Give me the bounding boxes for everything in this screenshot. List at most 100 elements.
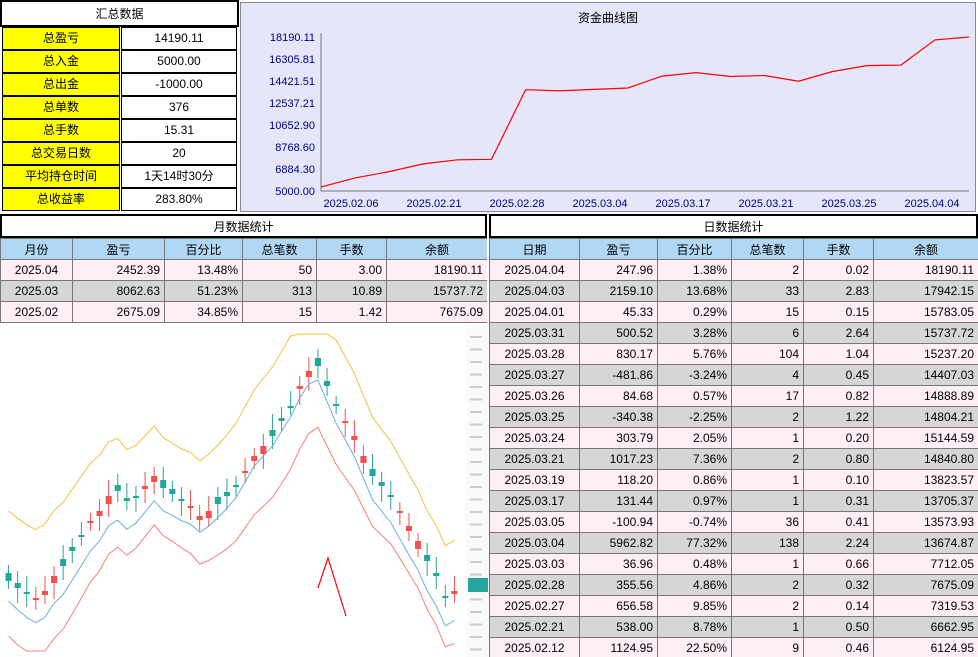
summary-row: 总交易日数 20 bbox=[0, 142, 239, 165]
daily-stats-cell: 1 bbox=[731, 427, 804, 449]
daily-stats-cell: 2025.03.27 bbox=[489, 364, 580, 386]
daily-stats-row[interactable]: 2025.03.24 303.79 2.05% 1 0.20 15144.59 bbox=[489, 427, 978, 449]
daily-stats-cell: 2.24 bbox=[803, 532, 874, 554]
daily-stats-cell: 18190.11 bbox=[873, 259, 978, 281]
monthly-stats-header[interactable]: 月份 bbox=[0, 238, 73, 260]
daily-stats-cell: 77.32% bbox=[657, 532, 732, 554]
daily-stats-row[interactable]: 2025.03.28 830.17 5.76% 104 1.04 15237.20 bbox=[489, 343, 978, 365]
monthly-stats-header[interactable]: 总笔数 bbox=[242, 238, 317, 260]
daily-stats-cell: 15783.05 bbox=[873, 301, 978, 323]
monthly-stats-row[interactable]: 2025.03 8062.63 51.23% 313 10.89 15737.72 bbox=[0, 280, 487, 302]
daily-stats-row[interactable]: 2025.03.17 131.44 0.97% 1 0.31 13705.37 bbox=[489, 490, 978, 512]
summary-value: 376 bbox=[121, 96, 237, 119]
daily-stats-row[interactable]: 2025.03.26 84.68 0.57% 17 0.82 14888.89 bbox=[489, 385, 978, 407]
daily-stats-table: 日期 盈亏 百分比 总笔数 手数 余额 2025.04.04 247.96 1.38% 2 0.0… bbox=[489, 238, 978, 657]
daily-stats-cell: 2025.04.03 bbox=[489, 280, 580, 302]
daily-stats-cell: 15237.20 bbox=[873, 343, 978, 365]
daily-stats-cell: 84.68 bbox=[579, 385, 658, 407]
candlestick-chart-window[interactable] bbox=[0, 326, 488, 657]
monthly-stats-header[interactable]: 余额 bbox=[386, 238, 487, 260]
daily-stats-header[interactable]: 百分比 bbox=[657, 238, 732, 260]
daily-stats-cell: 7712.05 bbox=[873, 553, 978, 575]
daily-stats-header[interactable]: 手数 bbox=[803, 238, 874, 260]
summary-title: 汇总数据 bbox=[0, 0, 239, 27]
daily-stats-cell: 14888.89 bbox=[873, 385, 978, 407]
daily-stats-cell: 2025.04.01 bbox=[489, 301, 580, 323]
daily-stats-cell: 1.22 bbox=[803, 406, 874, 428]
x-tick-label: 2025.03.21 bbox=[738, 198, 793, 210]
summary-label: 总手数 bbox=[2, 119, 120, 142]
monthly-stats-row[interactable]: 2025.02 2675.09 34.85% 15 1.42 7675.09 bbox=[0, 301, 487, 323]
monthly-stats-header[interactable]: 百分比 bbox=[164, 238, 243, 260]
daily-stats-cell: 22.50% bbox=[657, 637, 732, 657]
daily-stats-row[interactable]: 2025.03.19 118.20 0.86% 1 0.10 13823.57 bbox=[489, 469, 978, 491]
daily-stats-row[interactable]: 2025.03.25 -340.38 -2.25% 2 1.22 14804.21 bbox=[489, 406, 978, 428]
daily-stats-cell: 131.44 bbox=[579, 490, 658, 512]
daily-stats-header[interactable]: 余额 bbox=[873, 238, 978, 260]
daily-stats-cell: 2.05% bbox=[657, 427, 732, 449]
summary-value: 1天14时30分 bbox=[121, 165, 237, 188]
daily-stats-cell: 0.80 bbox=[803, 448, 874, 470]
daily-stats-row[interactable]: 2025.03.05 -100.94 -0.74% 36 0.41 13573.93 bbox=[489, 511, 978, 533]
daily-stats-cell: 2025.03.05 bbox=[489, 511, 580, 533]
daily-stats-cell: 36 bbox=[731, 511, 804, 533]
daily-stats-cell: 1 bbox=[731, 490, 804, 512]
daily-stats-cell: -3.24% bbox=[657, 364, 732, 386]
summary-row: 总收益率 283.80% bbox=[0, 188, 239, 211]
daily-stats-cell: 6 bbox=[731, 322, 804, 344]
daily-stats-row[interactable]: 2025.03.31 500.52 3.28% 6 2.64 15737.72 bbox=[489, 322, 978, 344]
daily-stats-row[interactable]: 2025.03.03 36.96 0.48% 1 0.66 7712.05 bbox=[489, 553, 978, 575]
daily-stats-header[interactable]: 日期 bbox=[489, 238, 580, 260]
daily-stats-cell: 2025.02.28 bbox=[489, 574, 580, 596]
daily-stats-cell: 4 bbox=[731, 364, 804, 386]
monthly-stats-header[interactable]: 盈亏 bbox=[72, 238, 165, 260]
daily-stats-row[interactable]: 2025.02.28 355.56 4.86% 2 0.32 7675.09 bbox=[489, 574, 978, 596]
daily-stats-cell: 0.46 bbox=[803, 637, 874, 657]
daily-stats-row[interactable]: 2025.04.03 2159.10 13.68% 33 2.83 17942.15 bbox=[489, 280, 978, 302]
daily-stats-cell: 247.96 bbox=[579, 259, 658, 281]
summary-panel: 汇总数据 总盈亏 14190.11 总入金 5000.00 总出金 -1000.00 总单数… bbox=[0, 0, 239, 214]
daily-stats-cell: 15 bbox=[731, 301, 804, 323]
daily-stats-row[interactable]: 2025.03.27 -481.86 -3.24% 4 0.45 14407.03 bbox=[489, 364, 978, 386]
monthly-stats-header[interactable]: 手数 bbox=[316, 238, 387, 260]
x-tick-label: 2025.03.25 bbox=[821, 198, 876, 210]
monthly-stats-cell: 2025.04 bbox=[0, 259, 73, 281]
daily-stats-cell: -2.25% bbox=[657, 406, 732, 428]
daily-stats-header[interactable]: 盈亏 bbox=[579, 238, 658, 260]
daily-stats-cell: 0.50 bbox=[803, 616, 874, 638]
daily-stats-cell: 0.57% bbox=[657, 385, 732, 407]
daily-stats-row[interactable]: 2025.02.21 538.00 8.78% 1 0.50 6662.95 bbox=[489, 616, 978, 638]
y-tick-label: 5000.00 bbox=[275, 186, 315, 198]
monthly-stats-panel: 月数据统计 月份 盈亏 百分比 总笔数 手数 余额 2025.04 2452.39 13.48… bbox=[0, 214, 487, 326]
daily-stats-cell: 0.20 bbox=[803, 427, 874, 449]
summary-label: 总单数 bbox=[2, 96, 120, 119]
daily-stats-header[interactable]: 总笔数 bbox=[731, 238, 804, 260]
daily-stats-cell: 2 bbox=[731, 259, 804, 281]
y-tick-label: 6884.30 bbox=[275, 164, 315, 176]
daily-stats-cell: 17942.15 bbox=[873, 280, 978, 302]
equity-line bbox=[320, 36, 970, 188]
daily-stats-row[interactable]: 2025.03.21 1017.23 7.36% 2 0.80 14840.80 bbox=[489, 448, 978, 470]
monthly-stats-row[interactable]: 2025.04 2452.39 13.48% 50 3.00 18190.11 bbox=[0, 259, 487, 281]
daily-stats-cell: 2025.02.12 bbox=[489, 637, 580, 657]
summary-row: 总入金 5000.00 bbox=[0, 50, 239, 73]
monthly-stats-cell: 1.42 bbox=[316, 301, 387, 323]
daily-stats-cell: 9 bbox=[731, 637, 804, 657]
summary-label: 总交易日数 bbox=[2, 142, 120, 165]
candlestick-chart-canvas[interactable] bbox=[0, 326, 488, 657]
daily-stats-title: 日数据统计 bbox=[489, 214, 978, 238]
summary-row: 总手数 15.31 bbox=[0, 119, 239, 142]
monthly-stats-title: 月数据统计 bbox=[0, 214, 487, 238]
daily-stats-row[interactable]: 2025.04.04 247.96 1.38% 2 0.02 18190.11 bbox=[489, 259, 978, 281]
daily-stats-cell: 1 bbox=[731, 616, 804, 638]
daily-stats-row[interactable]: 2025.02.27 656.58 9.85% 2 0.14 7319.53 bbox=[489, 595, 978, 617]
daily-stats-cell: -0.74% bbox=[657, 511, 732, 533]
summary-row: 平均持仓时间 1天14时30分 bbox=[0, 165, 239, 188]
daily-stats-row[interactable]: 2025.02.12 1124.95 22.50% 9 0.46 6124.95 bbox=[489, 637, 978, 657]
daily-stats-row[interactable]: 2025.03.04 5962.82 77.32% 138 2.24 13674.87 bbox=[489, 532, 978, 554]
summary-value: -1000.00 bbox=[121, 73, 237, 96]
daily-stats-cell: 138 bbox=[731, 532, 804, 554]
daily-stats-cell: 2025.02.21 bbox=[489, 616, 580, 638]
daily-stats-row[interactable]: 2025.04.01 45.33 0.29% 15 0.15 15783.05 bbox=[489, 301, 978, 323]
daily-stats-cell: 3.28% bbox=[657, 322, 732, 344]
